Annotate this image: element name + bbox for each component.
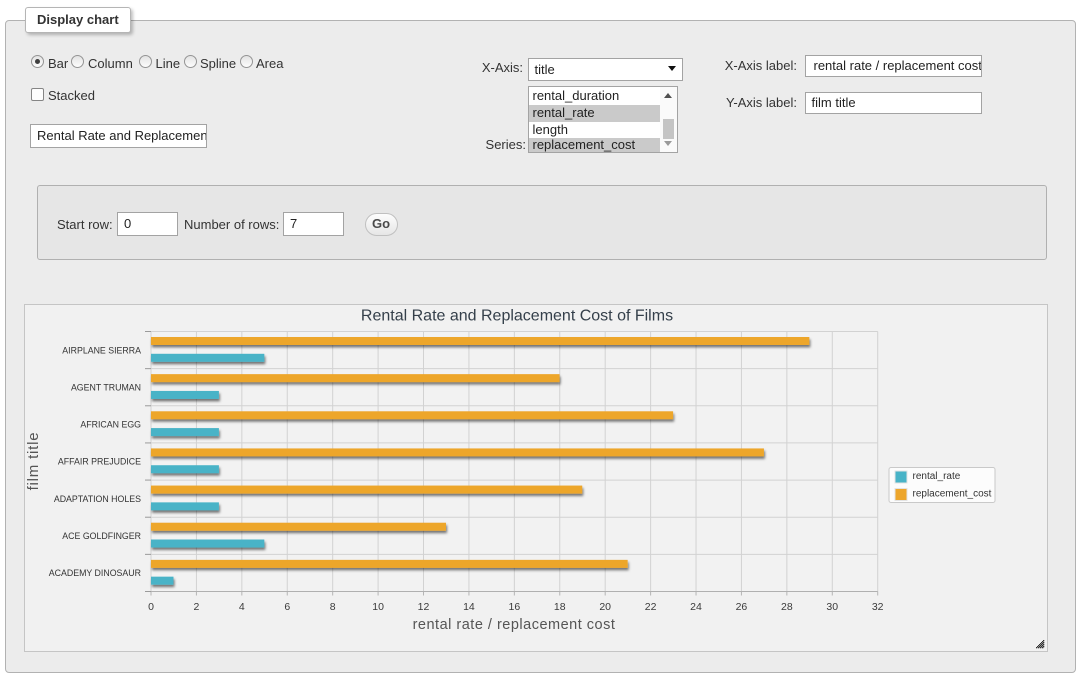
svg-text:18: 18	[554, 601, 566, 613]
svg-text:AFRICAN EGG: AFRICAN EGG	[80, 420, 141, 430]
svg-text:4: 4	[239, 601, 245, 613]
svg-text:32: 32	[872, 601, 884, 613]
svg-text:20: 20	[599, 601, 611, 613]
svg-text:10: 10	[372, 601, 384, 613]
svg-text:0: 0	[148, 601, 154, 613]
svg-text:AFFAIR PREJUDICE: AFFAIR PREJUDICE	[58, 457, 141, 467]
svg-text:26: 26	[736, 601, 748, 613]
svg-text:14: 14	[463, 601, 475, 613]
svg-text:8: 8	[330, 601, 336, 613]
svg-text:rental_rate: rental_rate	[913, 471, 961, 482]
svg-text:replacement_cost: replacement_cost	[913, 489, 992, 500]
svg-text:6: 6	[284, 601, 290, 613]
svg-text:22: 22	[645, 601, 657, 613]
svg-text:AGENT TRUMAN: AGENT TRUMAN	[71, 382, 141, 392]
svg-text:28: 28	[781, 601, 793, 613]
svg-text:AIRPLANE SIERRA: AIRPLANE SIERRA	[62, 345, 141, 355]
svg-text:ACADEMY DINOSAUR: ACADEMY DINOSAUR	[49, 568, 141, 578]
svg-text:rental rate / replacement cost: rental rate / replacement cost	[413, 617, 616, 633]
svg-text:film title: film title	[25, 432, 42, 491]
svg-text:12: 12	[418, 601, 430, 613]
svg-text:30: 30	[826, 601, 838, 613]
svg-text:2: 2	[193, 601, 199, 613]
svg-text:ACE GOLDFINGER: ACE GOLDFINGER	[62, 531, 141, 541]
svg-text:Rental Rate and Replacement Co: Rental Rate and Replacement Cost of Film…	[361, 308, 673, 325]
svg-text:24: 24	[690, 601, 702, 613]
svg-text:ADAPTATION HOLES: ADAPTATION HOLES	[54, 494, 141, 504]
svg-text:16: 16	[509, 601, 521, 613]
